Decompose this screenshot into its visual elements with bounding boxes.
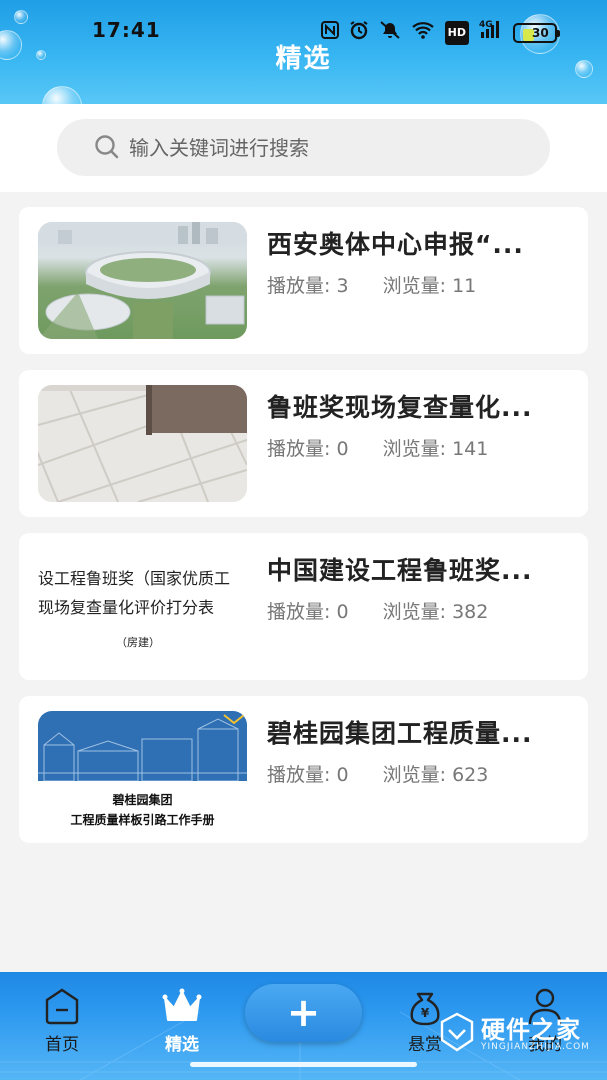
nav-item-home[interactable]: 首页	[22, 986, 102, 1055]
home-indicator	[190, 1062, 417, 1067]
site-watermark: 硬件之家 YINGJIANZHIJIA.COM	[439, 1010, 589, 1068]
tile-floor-photo-thumbnail	[38, 385, 247, 502]
search-icon	[95, 134, 119, 159]
play-count: 0	[336, 764, 349, 786]
thumb-doc-line: 现场复查量化评价打分表	[38, 598, 215, 617]
view-count: 141	[452, 438, 489, 460]
home-icon	[39, 986, 85, 1026]
play-count-label: 播放量:	[267, 438, 331, 460]
document-cover-thumbnail: 设工程鲁班奖（国家优质工 现场复查量化评价打分表 （房建）	[38, 548, 247, 665]
play-count: 3	[336, 275, 349, 297]
view-count-label: 浏览量:	[382, 438, 447, 460]
play-count: 0	[336, 601, 349, 623]
network-type-label: 4G	[479, 20, 493, 30]
thumb-doc-line: （房建）	[116, 636, 160, 649]
view-count-label: 浏览量:	[382, 764, 447, 786]
card-stats: 播放量: 0 浏览量: 623	[267, 760, 488, 787]
view-count-label: 浏览量:	[382, 275, 447, 297]
card-stats: 播放量: 3 浏览量: 11	[267, 271, 476, 298]
content-card[interactable]: 西安奥体中心申报“... 播放量: 3 浏览量: 11	[19, 207, 588, 354]
view-count: 623	[452, 764, 489, 786]
water-bubble-decoration	[42, 86, 82, 104]
content-card[interactable]: 碧桂园集团 工程质量样板引路工作手册 碧桂园集团工程质量... 播放量: 0 浏…	[19, 696, 588, 843]
card-title: 鲁班奖现场复查量化...	[267, 393, 533, 422]
card-title: 中国建设工程鲁班奖...	[267, 556, 533, 585]
bottom-nav: 首页 精选 + ¥ 悬赏 我的 硬件之家 YINGJIANZHIJIA.COM	[0, 972, 607, 1080]
nav-item-featured[interactable]: 精选	[142, 986, 222, 1055]
view-count-label: 浏览量:	[382, 601, 447, 623]
stadium-photo-thumbnail	[38, 222, 247, 339]
crown-icon	[159, 986, 205, 1026]
thumb-doc-line: 设工程鲁班奖（国家优质工	[38, 569, 231, 588]
content-card[interactable]: 鲁班奖现场复查量化... 播放量: 0 浏览量: 141	[19, 370, 588, 517]
card-title: 碧桂园集团工程质量...	[267, 719, 533, 748]
watermark-logo-icon	[440, 1012, 474, 1052]
search-input[interactable]	[129, 135, 509, 160]
card-title: 西安奥体中心申报“...	[267, 230, 524, 259]
add-button[interactable]: +	[245, 984, 362, 1042]
view-count: 382	[452, 601, 489, 623]
watermark-text: 硬件之家	[481, 1016, 581, 1044]
book-cover-thumbnail: 碧桂园集团 工程质量样板引路工作手册	[38, 711, 247, 828]
battery-percent: 30	[532, 26, 549, 40]
thumb-book-line: 碧桂园集团	[112, 793, 173, 807]
play-count-label: 播放量:	[267, 601, 331, 623]
view-count: 11	[452, 275, 477, 297]
watermark-subtext: YINGJIANZHIJIA.COM	[481, 1042, 590, 1052]
search-section	[0, 104, 607, 192]
play-count-label: 播放量:	[267, 275, 331, 297]
nav-label-home: 首页	[45, 1035, 79, 1055]
nav-label-featured: 精选	[165, 1035, 199, 1055]
card-stats: 播放量: 0 浏览量: 382	[267, 597, 488, 624]
thumb-book-line: 工程质量样板引路工作手册	[70, 813, 215, 827]
plus-icon: +	[286, 990, 321, 1036]
svg-text:¥: ¥	[421, 1006, 430, 1020]
play-count: 0	[336, 438, 349, 460]
card-stats: 播放量: 0 浏览量: 141	[267, 434, 488, 461]
search-bar[interactable]	[57, 119, 550, 176]
play-count-label: 播放量:	[267, 764, 331, 786]
page-title: 精选	[275, 44, 332, 74]
content-card[interactable]: 设工程鲁班奖（国家优质工 现场复查量化评价打分表 （房建） 中国建设工程鲁班奖.…	[19, 533, 588, 680]
app-header: 17:41 HD 4G 30 精选	[0, 0, 607, 104]
